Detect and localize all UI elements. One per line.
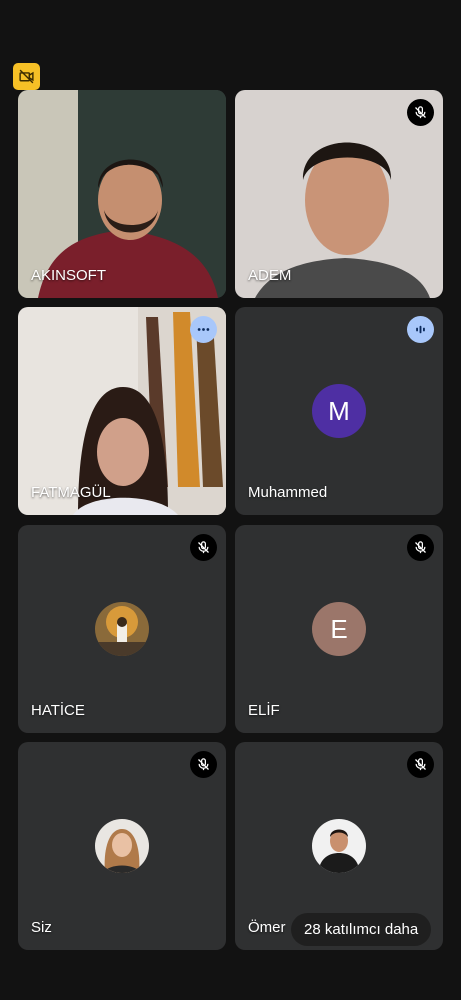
mic-off-indicator: [190, 751, 217, 778]
participant-tile-elif[interactable]: E ELİF: [235, 525, 443, 733]
more-horizontal-icon: [197, 328, 210, 331]
camera-off-badge[interactable]: [13, 63, 40, 90]
more-participants-button[interactable]: 28 katılımcı daha: [291, 913, 432, 946]
avatar-letter: E: [330, 613, 348, 644]
participant-name: AKINSOFT: [31, 267, 107, 284]
participant-name: ELİF: [248, 702, 280, 719]
participant-tile-muhammed[interactable]: M Muhammed: [235, 307, 443, 515]
mic-off-indicator: [190, 534, 217, 561]
speaking-indicator: [407, 316, 434, 343]
participant-tile-adem[interactable]: ADEM: [235, 90, 443, 298]
profile-photo: [95, 819, 149, 873]
avatar: [95, 819, 149, 873]
avatar: E: [312, 602, 366, 656]
camera-off-icon: [19, 69, 34, 84]
avatar: [95, 602, 149, 656]
more-options-button[interactable]: [190, 316, 217, 343]
mic-off-icon: [198, 758, 209, 771]
avatar: M: [312, 384, 366, 438]
audio-level-icon: [416, 325, 425, 334]
mic-off-icon: [415, 758, 426, 771]
mic-off-indicator: [407, 99, 434, 126]
participant-tile-hatice[interactable]: HATİCE: [18, 525, 226, 733]
participant-name: Siz: [31, 919, 52, 936]
mic-off-icon: [198, 541, 209, 554]
avatar-letter: M: [328, 395, 350, 426]
mic-off-icon: [415, 541, 426, 554]
profile-photo: [95, 602, 149, 656]
participant-name: FATMAGÜL: [31, 484, 111, 501]
participant-name: ADEM: [248, 267, 292, 284]
mic-off-indicator: [407, 751, 434, 778]
avatar: [312, 819, 366, 873]
participant-name: HATİCE: [31, 702, 85, 719]
participant-tile-akinsoft[interactable]: AKINSOFT: [18, 90, 226, 298]
participant-name: Muhammed: [248, 484, 328, 501]
mic-off-icon: [415, 106, 426, 119]
participant-tile-self[interactable]: Siz: [18, 742, 226, 950]
participant-tile-fatmagul[interactable]: FATMAGÜL: [18, 307, 226, 515]
participant-name: Ömer: [248, 919, 286, 936]
mic-off-indicator: [407, 534, 434, 561]
profile-photo: [312, 819, 366, 873]
